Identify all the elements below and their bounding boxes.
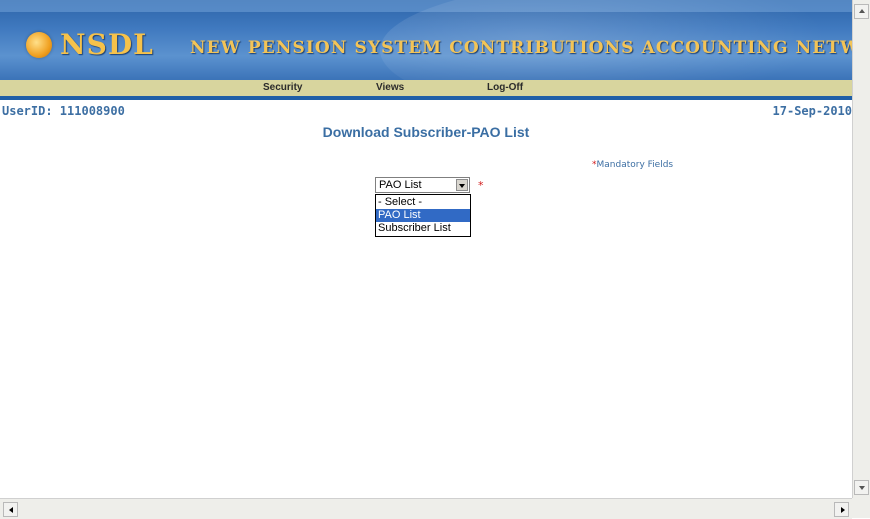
scroll-left-button[interactable] [3,502,18,517]
user-id-label: UserID: 111008900 [2,104,125,118]
page-title: Download Subscriber-PAO List [322,124,530,140]
option-select[interactable]: - Select - [376,196,470,209]
required-star: * [478,179,484,192]
nsdl-logo-icon [26,31,52,58]
select-dropdown-list: - Select - PAO List Subscriber List [375,194,471,237]
scrollbar-corner [852,498,870,518]
browser-viewport: NSDL NEW PENSION SYSTEM CONTRIBUTIONS AC… [0,0,870,519]
logo-text: NSDL [60,28,154,61]
current-date: 17-Sep-2010 [772,104,852,118]
mandatory-fields-note: *Mandatory Fields [592,160,673,170]
arrow-left-icon [9,507,13,513]
nsdl-logo: NSDL [26,28,154,61]
vertical-scrollbar[interactable] [852,0,870,498]
horizontal-scrollbar[interactable] [0,498,852,519]
mandatory-fields-text: Mandatory Fields [596,160,674,170]
scroll-up-button[interactable] [854,4,869,19]
nav-item-log-off[interactable]: Log-Off [487,82,523,93]
dropdown-button[interactable] [456,179,468,191]
scroll-right-button[interactable] [834,502,849,517]
arrow-right-icon [841,507,845,513]
list-type-select[interactable]: PAO List [375,177,470,193]
scroll-down-button[interactable] [854,480,869,495]
arrow-up-icon [859,9,865,13]
arrow-down-icon [859,486,865,490]
nav-item-security[interactable]: Security [263,82,302,93]
select-current-value: PAO List [379,179,422,191]
banner-title: NEW PENSION SYSTEM CONTRIBUTIONS ACCOUNT… [190,38,852,58]
chevron-down-icon [459,184,465,188]
nav-item-views[interactable]: Views [376,82,404,93]
nav-divider [0,96,852,100]
header-banner: NSDL NEW PENSION SYSTEM CONTRIBUTIONS AC… [0,0,852,80]
main-nav: Security Views Log-Off [0,80,852,96]
option-subscriber-list[interactable]: Subscriber List [376,222,470,235]
option-pao-list[interactable]: PAO List [376,209,470,222]
